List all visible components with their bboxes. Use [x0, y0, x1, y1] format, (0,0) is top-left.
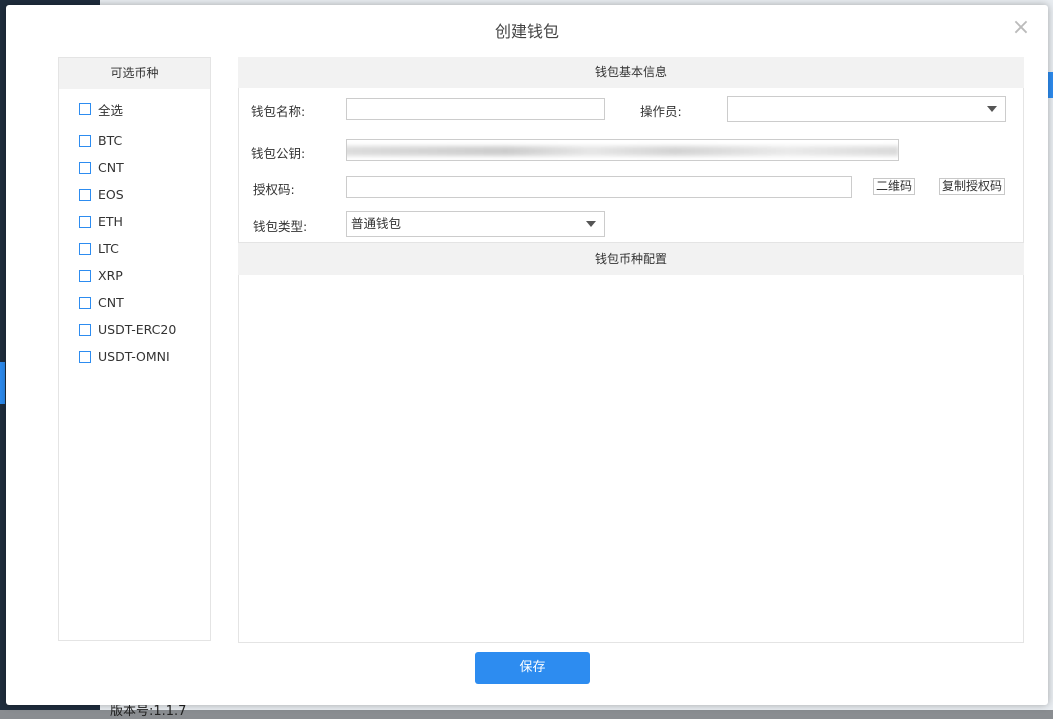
operator-select[interactable] [727, 96, 1006, 122]
coin-label: BTC [98, 133, 123, 148]
checkbox-icon[interactable] [79, 296, 91, 309]
coin-item-eos[interactable]: EOS [79, 181, 210, 208]
checkbox-icon[interactable] [79, 103, 91, 115]
wallet-name-input[interactable] [346, 98, 605, 120]
copy-auth-code-button[interactable]: 复制授权码 [939, 178, 1005, 195]
close-icon[interactable]: × [1010, 17, 1032, 39]
wallet-coin-config-section: 钱包币种配置 [238, 243, 1024, 643]
checkbox-icon[interactable] [79, 188, 91, 201]
coin-label: CNT [98, 295, 124, 310]
qr-code-button[interactable]: 二维码 [873, 178, 915, 195]
selectable-coins-panel: 可选币种 全选 BTC CNT EOS ETH LTC XRP CNT USDT… [58, 57, 211, 641]
select-all-checkbox[interactable]: 全选 [79, 94, 210, 124]
coin-label: XRP [98, 268, 123, 283]
coin-item-xrp[interactable]: XRP [79, 262, 210, 289]
coin-label: USDT-OMNI [98, 349, 170, 364]
basic-info-header: 钱包基本信息 [238, 57, 1024, 88]
coin-item-usdt-erc20[interactable]: USDT-ERC20 [79, 316, 210, 343]
checkbox-icon[interactable] [79, 242, 91, 255]
chevron-down-icon [987, 106, 997, 112]
auth-code-label: 授权码: [253, 182, 295, 197]
select-all-label: 全选 [98, 102, 124, 118]
selectable-coins-header: 可选币种 [59, 58, 210, 89]
checkbox-icon[interactable] [79, 161, 91, 174]
checkbox-icon[interactable] [79, 323, 91, 336]
coin-label: USDT-ERC20 [98, 322, 177, 337]
coin-config-body [238, 275, 1024, 643]
redacted-public-key [347, 146, 898, 156]
sidebar-active-indicator [0, 362, 5, 404]
checkbox-icon[interactable] [79, 350, 91, 363]
auth-code-input[interactable] [346, 176, 852, 198]
checkbox-icon[interactable] [79, 134, 91, 147]
coin-item-btc[interactable]: BTC [79, 127, 210, 154]
coin-list: 全选 BTC CNT EOS ETH LTC XRP CNT USDT-ERC2… [59, 89, 210, 370]
coin-item-usdt-omni[interactable]: USDT-OMNI [79, 343, 210, 370]
chevron-down-icon [586, 221, 596, 227]
dialog-title: 创建钱包 [494, 22, 559, 41]
coin-item-eth[interactable]: ETH [79, 208, 210, 235]
coin-label: LTC [98, 241, 119, 256]
coin-config-header: 钱包币种配置 [238, 243, 1024, 275]
checkbox-icon[interactable] [79, 215, 91, 228]
wallet-type-selected-value: 普通钱包 [351, 216, 402, 231]
wallet-basic-info-section: 钱包基本信息 钱包名称: 操作员: 钱包公钥: 授权码: 二维码 复制授权码 钱… [238, 57, 1024, 243]
checkbox-icon[interactable] [79, 269, 91, 282]
public-key-field[interactable] [346, 139, 899, 161]
coin-label: EOS [98, 187, 124, 202]
create-wallet-dialog: 创建钱包 × 可选币种 全选 BTC CNT EOS ETH LTC XRP C… [6, 5, 1048, 705]
coin-item-cnt[interactable]: CNT [79, 154, 210, 181]
operator-label: 操作员: [640, 104, 682, 119]
coin-label: CNT [98, 160, 124, 175]
wallet-name-label: 钱包名称: [251, 104, 306, 119]
public-key-label: 钱包公钥: [251, 146, 306, 161]
coin-item-ltc[interactable]: LTC [79, 235, 210, 262]
save-button[interactable]: 保存 [475, 652, 590, 684]
coin-label: ETH [98, 214, 123, 229]
coin-item-cnt-2[interactable]: CNT [79, 289, 210, 316]
wallet-type-label: 钱包类型: [253, 219, 308, 234]
wallet-type-select[interactable]: 普通钱包 [346, 211, 605, 237]
